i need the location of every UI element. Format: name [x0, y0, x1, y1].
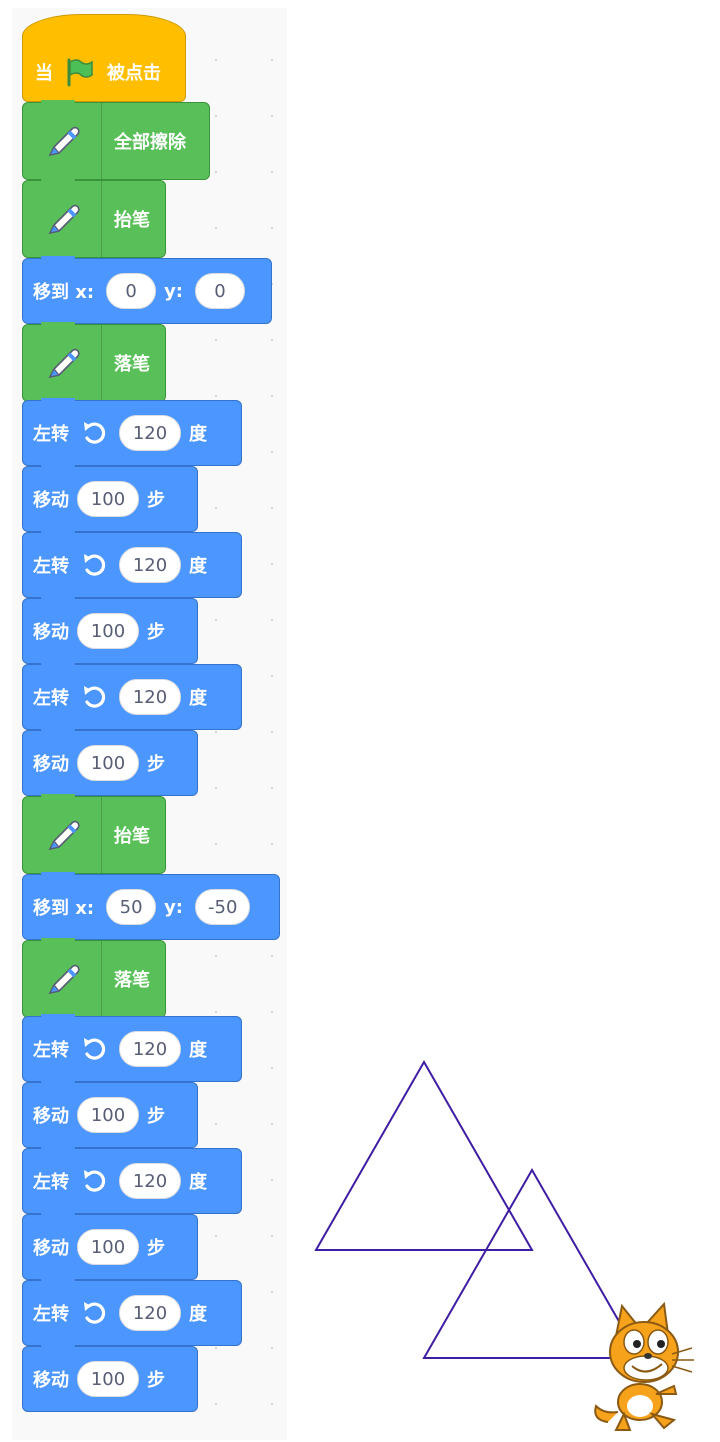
- steps-unit: 步: [147, 622, 165, 643]
- when-flag-clicked-block[interactable]: 当 被点击: [22, 14, 186, 102]
- go-to-label: 移到 x:: [33, 898, 95, 919]
- rotate-left-icon: [81, 552, 107, 578]
- steps-unit: 步: [147, 1238, 165, 1259]
- turn-left-block[interactable]: 左转 120 度: [22, 398, 242, 466]
- pen-block-label: 抬笔: [114, 826, 150, 847]
- degrees-input[interactable]: 120: [119, 415, 181, 451]
- pen-icon: [23, 181, 102, 257]
- pen-block-label: 全部擦除: [114, 132, 186, 153]
- steps-input[interactable]: 100: [77, 613, 139, 649]
- pen-block[interactable]: 抬笔: [22, 794, 166, 874]
- y-label: y:: [164, 280, 184, 302]
- turn-left-block[interactable]: 左转 120 度: [22, 530, 242, 598]
- degrees-input[interactable]: 120: [119, 1031, 181, 1067]
- degrees-unit: 度: [189, 688, 207, 709]
- pen-block[interactable]: 落笔: [22, 322, 166, 402]
- move-label: 移动: [33, 754, 69, 775]
- steps-input[interactable]: 100: [77, 745, 139, 781]
- y-input[interactable]: 0: [195, 273, 246, 309]
- move-label: 移动: [33, 1106, 69, 1127]
- pen-triangle-2: [422, 1167, 642, 1359]
- stage-canvas: [314, 1059, 694, 1431]
- move-label: 移动: [33, 622, 69, 643]
- move-label: 移动: [33, 1238, 69, 1259]
- turn-label: 左转: [33, 1040, 69, 1061]
- steps-unit: 步: [147, 1370, 165, 1391]
- hat-prefix: 当: [35, 63, 53, 84]
- steps-unit: 步: [147, 1106, 165, 1127]
- pen-icon: [23, 797, 102, 873]
- x-input[interactable]: 50: [106, 889, 157, 925]
- degrees-input[interactable]: 120: [119, 679, 181, 715]
- rotate-left-icon: [81, 1036, 107, 1062]
- turn-label: 左转: [33, 1304, 69, 1325]
- degrees-unit: 度: [189, 556, 207, 577]
- degrees-unit: 度: [189, 1172, 207, 1193]
- x-input[interactable]: 0: [106, 273, 157, 309]
- hat-suffix: 被点击: [107, 63, 161, 84]
- move-steps-block[interactable]: 移动 100 步: [22, 1344, 198, 1412]
- rotate-left-icon: [81, 420, 107, 446]
- pen-block-label: 落笔: [114, 354, 150, 375]
- degrees-input[interactable]: 120: [119, 547, 181, 583]
- pen-block-label: 落笔: [114, 970, 150, 991]
- turn-label: 左转: [33, 688, 69, 709]
- pen-icon: [23, 325, 102, 401]
- pen-icon: [23, 941, 102, 1017]
- pen-icon: [23, 103, 102, 179]
- move-label: 移动: [33, 490, 69, 511]
- turn-label: 左转: [33, 1172, 69, 1193]
- degrees-unit: 度: [189, 1040, 207, 1061]
- pen-block[interactable]: 抬笔: [22, 178, 166, 258]
- green-flag-icon: [65, 57, 95, 87]
- turn-left-block[interactable]: 左转 120 度: [22, 1278, 242, 1346]
- turn-left-block[interactable]: 左转 120 度: [22, 1014, 242, 1082]
- move-steps-block[interactable]: 移动 100 步: [22, 596, 198, 664]
- go-to-label: 移到 x:: [33, 282, 95, 303]
- rotate-left-icon: [81, 1300, 107, 1326]
- degrees-input[interactable]: 120: [119, 1163, 181, 1199]
- pen-triangle-1: [314, 1059, 534, 1251]
- turn-left-block[interactable]: 左转 120 度: [22, 662, 242, 730]
- move-steps-block[interactable]: 移动 100 步: [22, 464, 198, 532]
- steps-input[interactable]: 100: [77, 1097, 139, 1133]
- steps-unit: 步: [147, 490, 165, 511]
- go-to-xy-block[interactable]: 移到 x: 50 y: -50: [22, 872, 280, 940]
- steps-input[interactable]: 100: [77, 1361, 139, 1397]
- pen-block[interactable]: 全部擦除: [22, 100, 210, 180]
- turn-label: 左转: [33, 556, 69, 577]
- go-to-xy-block[interactable]: 移到 x: 0 y: 0: [22, 256, 272, 324]
- pen-block-label: 抬笔: [114, 210, 150, 231]
- turn-label: 左转: [33, 424, 69, 445]
- steps-input[interactable]: 100: [77, 481, 139, 517]
- y-label: y:: [164, 896, 184, 918]
- move-steps-block[interactable]: 移动 100 步: [22, 1212, 198, 1280]
- turn-left-block[interactable]: 左转 120 度: [22, 1146, 242, 1214]
- scratch-cat-sprite[interactable]: [594, 1301, 694, 1431]
- rotate-left-icon: [81, 1168, 107, 1194]
- rotate-left-icon: [81, 684, 107, 710]
- pen-block[interactable]: 落笔: [22, 938, 166, 1018]
- move-label: 移动: [33, 1370, 69, 1391]
- y-input[interactable]: -50: [195, 889, 251, 925]
- degrees-unit: 度: [189, 1304, 207, 1325]
- steps-input[interactable]: 100: [77, 1229, 139, 1265]
- move-steps-block[interactable]: 移动 100 步: [22, 1080, 198, 1148]
- degrees-unit: 度: [189, 424, 207, 445]
- steps-unit: 步: [147, 754, 165, 775]
- degrees-input[interactable]: 120: [119, 1295, 181, 1331]
- move-steps-block[interactable]: 移动 100 步: [22, 728, 198, 796]
